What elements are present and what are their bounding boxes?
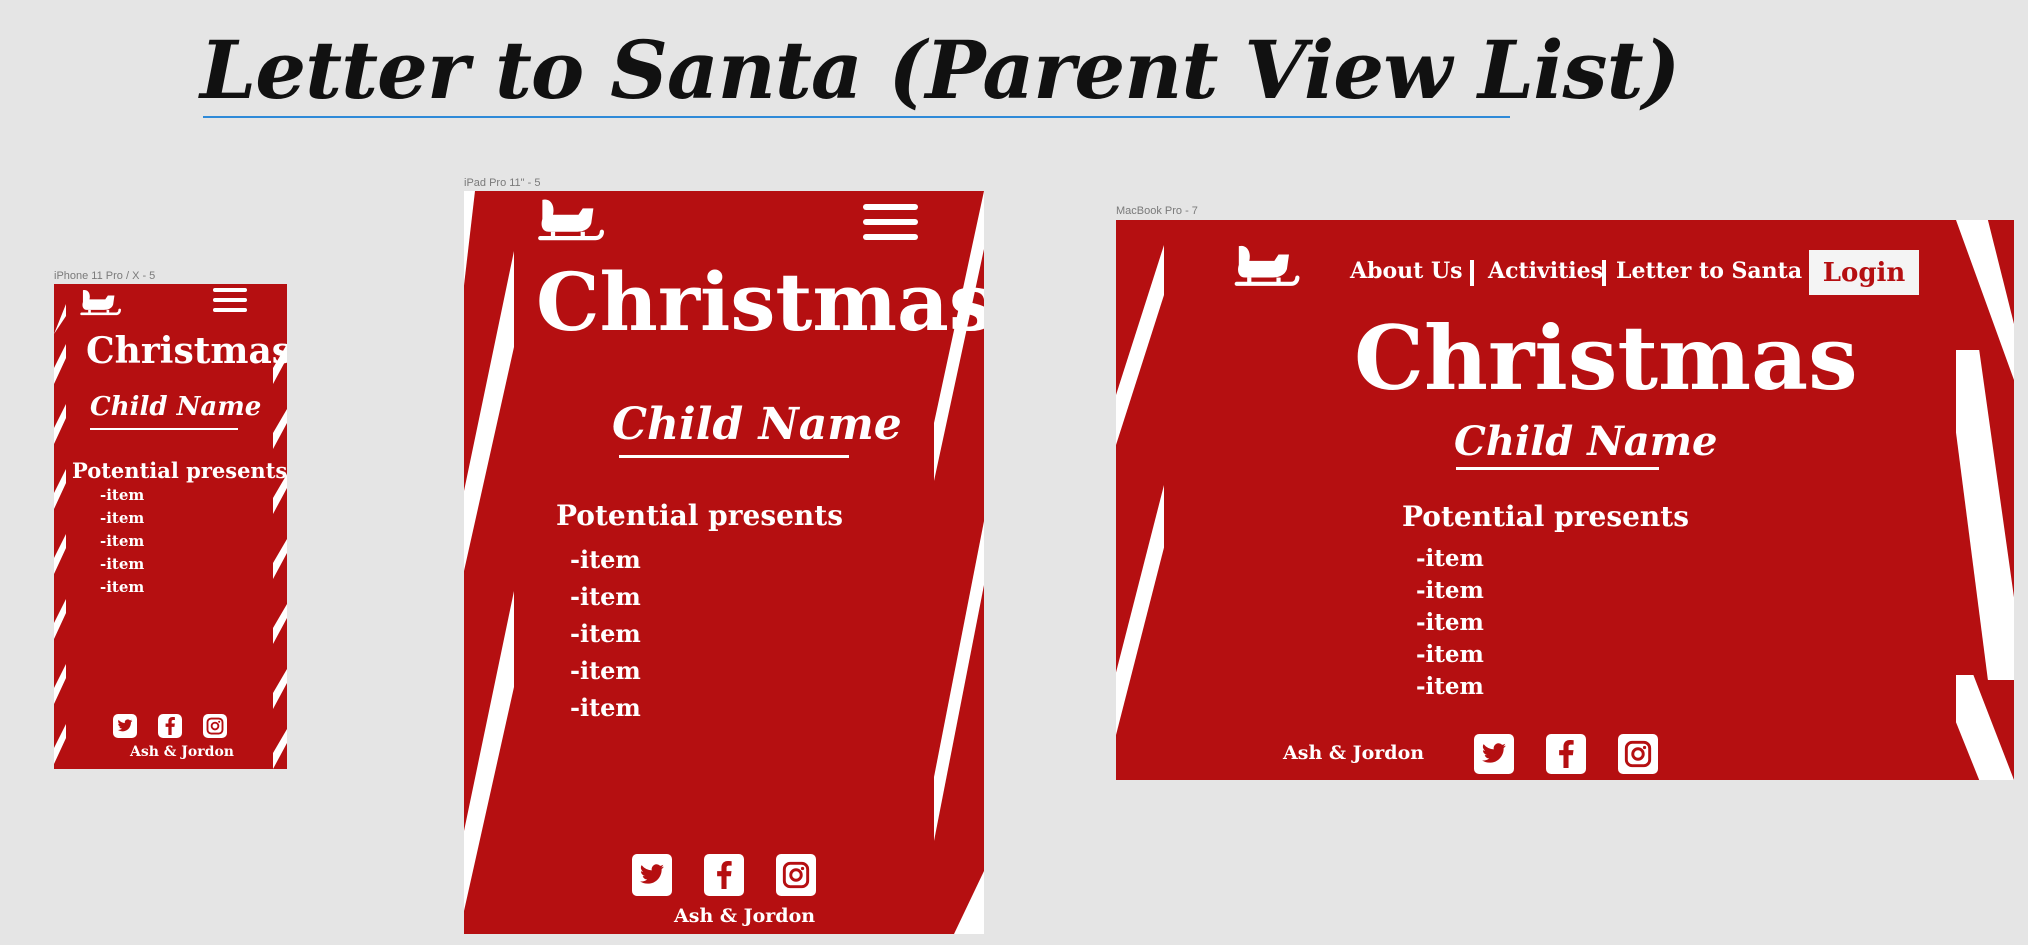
- tablet-child-name: Child Name: [612, 399, 902, 450]
- nav-link-letter[interactable]: Letter to Santa: [1616, 258, 1802, 284]
- tablet-list-item: -item: [570, 619, 641, 648]
- desktop-list-item: -item: [1416, 609, 1484, 636]
- sleigh-icon[interactable]: [536, 195, 604, 243]
- tablet-list-item: -item: [570, 656, 641, 685]
- phone-child-name-underline: [90, 428, 238, 430]
- phone-heading: Christmas: [86, 330, 287, 372]
- canvas-title: Letter to Santa (Parent View List): [200, 23, 1680, 117]
- login-button[interactable]: Login: [1809, 250, 1919, 295]
- phone-list-item: -item: [100, 486, 145, 504]
- desktop-list-item: -item: [1416, 673, 1484, 700]
- instagram-icon[interactable]: [1618, 734, 1658, 774]
- instagram-icon[interactable]: [776, 854, 816, 896]
- sleigh-icon[interactable]: [79, 287, 121, 317]
- nav-separator: [1602, 260, 1606, 286]
- tablet-list-item: -item: [570, 545, 641, 574]
- desktop-list-item: -item: [1416, 545, 1484, 572]
- desktop-frame: About Us Activities Letter to Santa Logi…: [1116, 220, 2014, 780]
- tablet-list-item: -item: [570, 693, 641, 722]
- tablet-child-name-underline: [619, 455, 849, 458]
- desktop-child-name: Child Name: [1454, 418, 1718, 465]
- tablet-frame: Christmas Child Name Potential presents …: [464, 191, 984, 934]
- desktop-child-name-underline: [1456, 467, 1659, 470]
- facebook-icon[interactable]: [1546, 734, 1586, 774]
- desktop-frame-label: MacBook Pro - 7: [1116, 205, 1198, 217]
- phone-frame-label: iPhone 11 Pro / X - 5: [54, 270, 156, 282]
- phone-list-item: -item: [100, 555, 145, 573]
- phone-list-item: -item: [100, 532, 145, 550]
- facebook-icon[interactable]: [704, 854, 744, 896]
- hamburger-menu-icon[interactable]: [213, 288, 247, 312]
- tablet-list-item: -item: [570, 582, 641, 611]
- facebook-icon[interactable]: [158, 714, 182, 738]
- tablet-list-title: Potential presents: [556, 499, 843, 532]
- desktop-footer-credit: Ash & Jordon: [1283, 742, 1425, 764]
- sleigh-icon[interactable]: [1232, 242, 1300, 288]
- twitter-icon[interactable]: [113, 714, 137, 738]
- phone-list-item: -item: [100, 509, 145, 527]
- nav-link-activities[interactable]: Activities: [1488, 258, 1603, 284]
- tablet-frame-label: iPad Pro 11" - 5: [464, 177, 541, 189]
- title-underline: [203, 116, 1510, 118]
- nav-separator: [1470, 260, 1474, 286]
- desktop-list-item: -item: [1416, 577, 1484, 604]
- desktop-list-title: Potential presents: [1402, 500, 1689, 533]
- phone-list-item: -item: [100, 578, 145, 596]
- phone-footer-credit: Ash & Jordon: [130, 744, 234, 760]
- desktop-list-item: -item: [1416, 641, 1484, 668]
- phone-child-name: Child Name: [90, 392, 262, 422]
- tablet-footer-credit: Ash & Jordon: [674, 905, 816, 927]
- phone-frame: Christmas Child Name Potential presents …: [54, 284, 287, 769]
- twitter-icon[interactable]: [1474, 734, 1514, 774]
- hamburger-menu-icon[interactable]: [863, 204, 918, 240]
- twitter-icon[interactable]: [632, 854, 672, 896]
- tablet-heading: Christmas: [536, 255, 984, 349]
- phone-list-title: Potential presents: [72, 458, 287, 483]
- nav-link-about[interactable]: About Us: [1350, 258, 1463, 284]
- instagram-icon[interactable]: [203, 714, 227, 738]
- desktop-heading: Christmas: [1354, 306, 1858, 410]
